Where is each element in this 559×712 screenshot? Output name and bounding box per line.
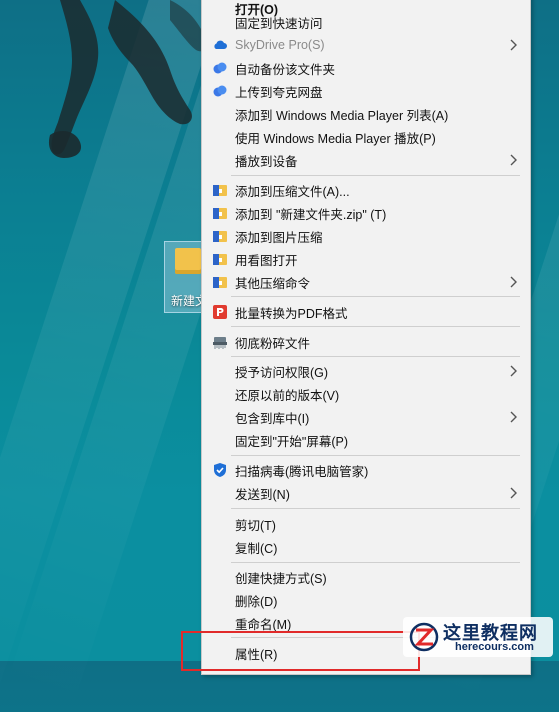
cloud-backup-icon: [212, 60, 228, 76]
watermark: 这里教程网 herecours.com: [403, 617, 553, 657]
menu-item-label: 包含到库中(I): [235, 411, 310, 426]
menu-item-copy[interactable]: 复制(C): [202, 536, 530, 558]
menu-separator: [231, 356, 520, 357]
shield-icon: [212, 462, 228, 478]
menu-item-label: 固定到"开始"屏幕(P): [235, 434, 349, 449]
menu-item-label: 扫描病毒(腾讯电脑管家): [235, 464, 369, 479]
highlight-box: [181, 631, 420, 671]
menu-separator: [231, 455, 520, 456]
cloud-icon: [212, 37, 228, 53]
pdf-convert-icon: [212, 304, 228, 320]
chevron-right-icon: [506, 410, 520, 424]
menu-item-image-compress[interactable]: 添加到图片压缩: [202, 225, 530, 247]
chevron-right-icon: [506, 38, 520, 52]
menu-item-label: 还原以前的版本(V): [235, 388, 340, 403]
archive-icon: [212, 228, 228, 244]
menu-separator: [231, 296, 520, 297]
menu-separator: [231, 326, 520, 327]
swimmer-wallpaper: [48, 0, 207, 158]
context-menu: 打开(O) 固定到快速访问 SkyDrive Pro(S) 自动备份该文件夹 上…: [201, 0, 531, 675]
chevron-right-icon: [506, 275, 520, 289]
menu-item-batch-pdf[interactable]: 批量转换为PDF格式: [202, 301, 530, 323]
archive-icon: [212, 251, 228, 267]
menu-item-cast-to-device[interactable]: 播放到设备: [202, 149, 530, 171]
menu-item-add-wmp-list[interactable]: 添加到 Windows Media Player 列表(A): [202, 103, 530, 125]
chevron-right-icon: [506, 153, 520, 167]
menu-item-send-to[interactable]: 发送到(N): [202, 482, 530, 504]
menu-separator: [231, 508, 520, 509]
chevron-right-icon: [506, 486, 520, 500]
folder-icon: [175, 248, 201, 274]
menu-item-auto-backup[interactable]: 自动备份该文件夹: [202, 57, 530, 79]
menu-separator: [231, 562, 520, 563]
menu-item-restore-versions[interactable]: 还原以前的版本(V): [202, 383, 530, 405]
archive-icon: [212, 274, 228, 290]
menu-item-add-archive[interactable]: 添加到压缩文件(A)...: [202, 179, 530, 201]
menu-item-label: 添加到 "新建文件夹.zip" (T): [235, 207, 387, 222]
menu-item-delete[interactable]: 删除(D): [202, 589, 530, 611]
menu-item-label: 彻底粉碎文件: [235, 336, 311, 351]
menu-item-label: SkyDrive Pro(S): [235, 38, 325, 52]
menu-item-label: 播放到设备: [235, 154, 298, 169]
menu-item-label: 使用 Windows Media Player 播放(P): [235, 131, 436, 146]
menu-item-label: 上传到夸克网盘: [235, 85, 323, 100]
menu-item-pin-start[interactable]: 固定到"开始"屏幕(P): [202, 429, 530, 451]
menu-item-play-wmp[interactable]: 使用 Windows Media Player 播放(P): [202, 126, 530, 148]
menu-item-label: 自动备份该文件夹: [235, 62, 336, 77]
menu-item-open-with-viewer[interactable]: 用看图打开: [202, 248, 530, 270]
menu-item-include-library[interactable]: 包含到库中(I): [202, 406, 530, 428]
menu-item-label: 剪切(T): [235, 518, 276, 533]
watermark-logo-icon: [409, 622, 439, 652]
menu-item-label: 批量转换为PDF格式: [235, 306, 348, 321]
menu-item-grant-access[interactable]: 授予访问权限(G): [202, 360, 530, 382]
menu-item-label: 添加到图片压缩: [235, 230, 323, 245]
menu-item-label: 重命名(M): [235, 617, 292, 632]
menu-item-shred[interactable]: 彻底粉碎文件: [202, 331, 530, 353]
menu-item-label: 删除(D): [235, 594, 278, 609]
shredder-icon: [212, 334, 228, 350]
menu-item-label: 固定到快速访问: [235, 16, 323, 31]
menu-item-cut[interactable]: 剪切(T): [202, 513, 530, 535]
menu-item-label: 其他压缩命令: [235, 276, 311, 291]
menu-item-label: 添加到压缩文件(A)...: [235, 184, 350, 199]
archive-icon: [212, 182, 228, 198]
cloud-upload-icon: [212, 83, 228, 99]
menu-item-skydrive-pro[interactable]: SkyDrive Pro(S): [202, 34, 530, 56]
menu-item-label: 复制(C): [235, 541, 278, 556]
chevron-right-icon: [506, 364, 520, 378]
menu-item-pin-quick-access[interactable]: 固定到快速访问: [202, 11, 530, 33]
menu-item-label: 用看图打开: [235, 253, 298, 268]
menu-item-label: 授予访问权限(G): [235, 365, 329, 380]
menu-item-label: 发送到(N): [235, 487, 290, 502]
menu-item-add-zip[interactable]: 添加到 "新建文件夹.zip" (T): [202, 202, 530, 224]
menu-item-create-shortcut[interactable]: 创建快捷方式(S): [202, 566, 530, 588]
menu-item-scan-virus[interactable]: 扫描病毒(腾讯电脑管家): [202, 459, 530, 481]
menu-item-upload-quark[interactable]: 上传到夸克网盘: [202, 80, 530, 102]
archive-icon: [212, 205, 228, 221]
menu-item-label: 创建快捷方式(S): [235, 571, 327, 586]
menu-separator: [231, 175, 520, 176]
menu-item-other-compress[interactable]: 其他压缩命令: [202, 271, 530, 293]
menu-item-label: 添加到 Windows Media Player 列表(A): [235, 108, 449, 123]
watermark-url: herecours.com: [455, 641, 534, 653]
